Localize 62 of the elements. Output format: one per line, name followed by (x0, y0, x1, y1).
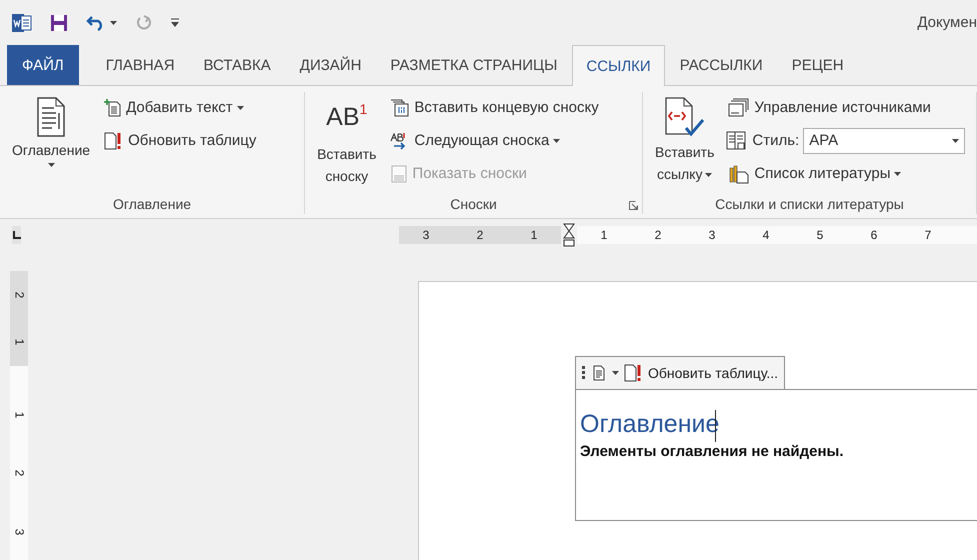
grip-icon[interactable] (582, 366, 586, 380)
ribbon-button[interactable]: Добавить текст (102, 92, 258, 123)
undo-caret-icon (110, 20, 117, 24)
add-text-icon (104, 98, 122, 116)
ruler-number: 1 (600, 228, 608, 242)
group-label: Оглавление (113, 196, 192, 212)
ruler-number: 5 (816, 228, 824, 242)
indent-marker-icon[interactable] (563, 223, 575, 247)
ruler-number: 1 (530, 228, 538, 242)
dropdown-caret-icon (553, 138, 560, 142)
ruler-number: 3 (422, 228, 430, 242)
table-of-contents-icon (36, 96, 66, 138)
show-notes-icon (390, 164, 408, 182)
bibliography-icon (728, 164, 750, 184)
ruler-number: 1 (12, 412, 26, 418)
ribbon-button[interactable]: Управление источниками (726, 92, 966, 123)
ruler-number: 3 (12, 528, 26, 536)
dropdown-caret-icon (894, 172, 902, 176)
ruler-number: 1 (12, 338, 26, 346)
tab-stop-icon (12, 231, 20, 239)
group-label: Ссылки и списки литературы (715, 196, 904, 212)
ruler-number: 4 (762, 228, 770, 242)
ribbon-button[interactable]: Вставить концевую сноску (388, 92, 601, 123)
dropdown-caret-icon (236, 106, 244, 110)
toc-message: Элементы оглавления не найдены. (580, 443, 844, 460)
dropdown-caret-icon (705, 172, 712, 176)
ribbon-tab[interactable]: ССЫЛКИ (572, 45, 665, 86)
ruler-number: 2 (12, 291, 26, 298)
ruler-number: 6 (870, 228, 878, 242)
save-icon[interactable] (50, 14, 68, 32)
ribbon-large-button[interactable]: Вставить ссылку (649, 92, 720, 194)
tab-selector[interactable] (12, 226, 21, 244)
window-title: Докумен (917, 14, 977, 31)
word-logo-icon[interactable] (12, 12, 32, 32)
dropdown-caret-icon (612, 371, 619, 375)
ribbon-tab[interactable]: ДИЗАЙН (286, 45, 376, 85)
ribbon-button[interactable]: Список литературы (726, 158, 966, 189)
ruler-number: 2 (654, 228, 662, 242)
dropdown-caret-icon (952, 138, 960, 142)
ribbon-tab[interactable]: РАЗМЕТКА СТРАНИЦЫ (376, 45, 572, 85)
manage-sources-icon (728, 98, 750, 118)
customize-toolbar-icon[interactable] (171, 18, 179, 27)
dialog-launcher-icon[interactable] (629, 201, 638, 210)
ribbon-button[interactable]: Обновить таблицу (102, 125, 258, 156)
group-label: Сноски (450, 196, 497, 212)
ribbon-large-button[interactable]: Оглавление (6, 92, 96, 194)
ruler-number: 2 (12, 470, 26, 477)
ribbon-button[interactable]: Следующая сноска (388, 125, 601, 156)
style-label: Стиль: (752, 132, 800, 149)
ribbon-tab[interactable]: ГЛАВНАЯ (92, 45, 189, 85)
table-of-contents-icon (591, 365, 607, 381)
ruler-number: 3 (708, 228, 716, 242)
dropdown-caret-icon (48, 163, 55, 167)
ruler-number: 2 (476, 228, 484, 242)
style-dropdown[interactable]: APA (803, 128, 966, 154)
file-tab[interactable]: ФАЙЛ (7, 45, 79, 85)
ribbon-tab[interactable]: ВСТАВКА (190, 45, 285, 85)
endnote-icon (390, 98, 410, 116)
ribbon-tab[interactable]: РАССЫЛКИ (666, 45, 777, 85)
style-icon (726, 130, 748, 150)
ribbon-tab[interactable]: РЕЦЕН (778, 45, 858, 85)
ruler-number: 7 (924, 228, 932, 242)
